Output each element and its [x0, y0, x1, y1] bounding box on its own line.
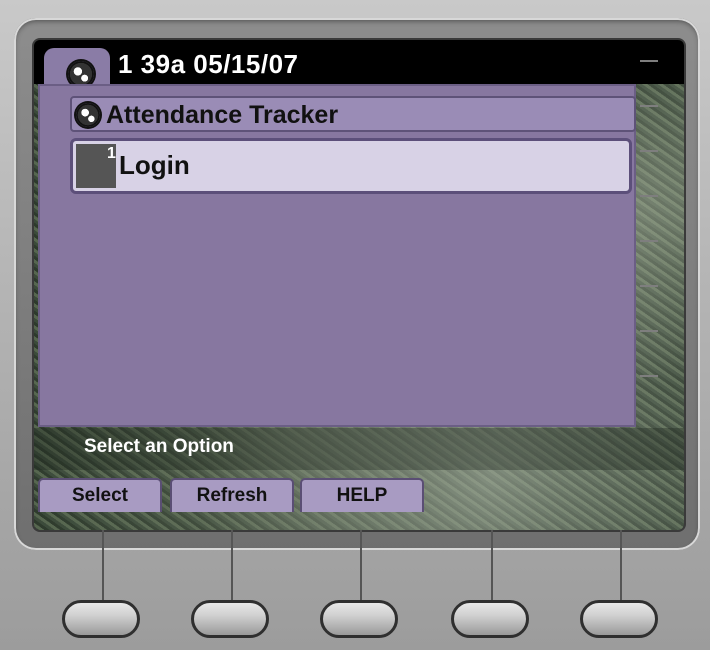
menu-item-login[interactable]: 1 Login: [70, 138, 632, 194]
line-key-markers: [640, 60, 660, 440]
tick: [640, 150, 658, 152]
hardware-softkey-4[interactable]: [451, 600, 529, 638]
status-prompt: Select an Option: [84, 436, 234, 457]
tick: [640, 240, 658, 242]
page-title: Attendance Tracker: [106, 101, 339, 129]
globe-icon: [76, 103, 100, 127]
tick: [640, 195, 658, 197]
line-tab[interactable]: [44, 48, 110, 87]
hardware-softkey-5[interactable]: [580, 600, 658, 638]
connector-line: [231, 530, 233, 610]
time-date: 1 39a 05/15/07: [118, 49, 299, 79]
menu-item-label: Login: [119, 150, 190, 180]
tick: [640, 330, 658, 332]
softkey-connector-lines: [0, 530, 710, 610]
tick: [640, 285, 658, 287]
content-area: Attendance Tracker 1 Login: [38, 84, 636, 427]
tick: [640, 60, 658, 62]
status-bar: Select an Option: [34, 428, 684, 470]
tick: [640, 105, 658, 107]
hardware-softkey-3[interactable]: [320, 600, 398, 638]
hardware-softkey-1[interactable]: [62, 600, 140, 638]
softkey-refresh[interactable]: Refresh: [170, 478, 294, 512]
softkey-help[interactable]: HELP: [300, 478, 424, 512]
connector-line: [620, 530, 622, 610]
item-number: 1: [107, 145, 116, 162]
connector-line: [491, 530, 493, 610]
connector-line: [360, 530, 362, 610]
header-bar: 1 39a 05/15/07: [34, 40, 684, 87]
tick: [640, 375, 658, 377]
connector-line: [102, 530, 104, 610]
hardware-softkey-2[interactable]: [191, 600, 269, 638]
softkey-select[interactable]: Select: [38, 478, 162, 512]
phone-screen: 1 39a 05/15/07 Attendance Tracker 1 Logi…: [34, 40, 684, 530]
app-title-bar: Attendance Tracker: [70, 96, 636, 132]
softkey-bar: Select Refresh HELP: [34, 474, 684, 516]
